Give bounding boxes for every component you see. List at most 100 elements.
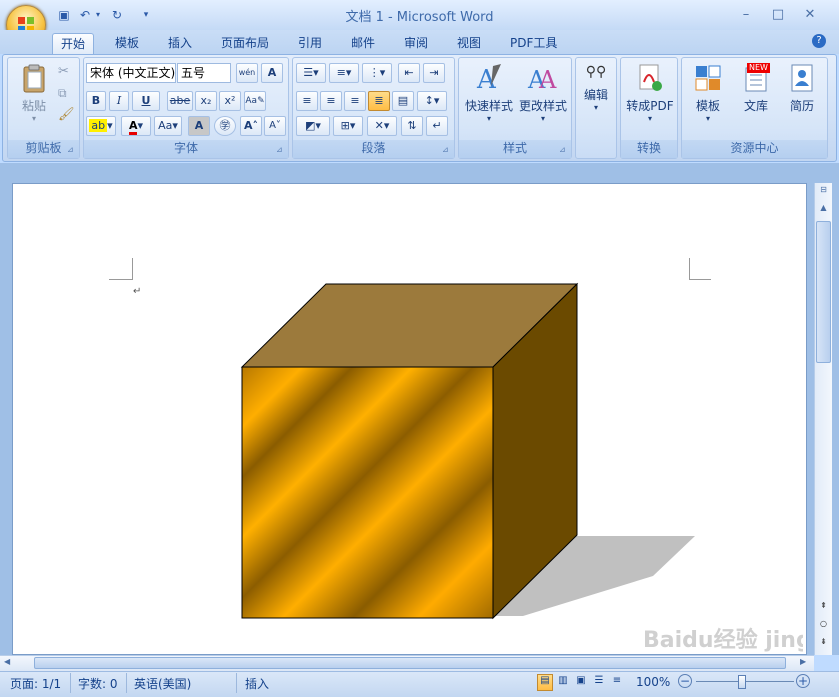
zoom-slider-thumb[interactable]: [738, 675, 746, 689]
character-shading-button[interactable]: A: [188, 116, 210, 136]
superscript-button[interactable]: x²: [219, 91, 241, 111]
zoom-out-icon[interactable]: −: [678, 674, 692, 688]
vertical-scroll-thumb[interactable]: [816, 221, 831, 363]
status-page[interactable]: 页面: 1/1: [10, 675, 61, 692]
paragraph-mark: ↵: [133, 286, 142, 297]
cube-shape[interactable]: [233, 280, 713, 622]
shading-icon[interactable]: ◩▾: [296, 116, 330, 136]
underline-button[interactable]: U: [132, 91, 160, 111]
font-size-field[interactable]: 五号: [177, 63, 231, 83]
change-styles-button[interactable]: AA 更改样式 ▾: [517, 62, 569, 123]
template-button[interactable]: 模板 ▾: [684, 62, 732, 123]
scroll-right-icon[interactable]: ▶: [800, 657, 806, 666]
print-layout-view-icon[interactable]: ▤: [537, 674, 553, 691]
chinese-layout-icon[interactable]: ✕▾: [367, 116, 397, 136]
grow-font-button[interactable]: A˄: [240, 116, 262, 136]
customize-qat-icon[interactable]: ▾: [140, 7, 152, 23]
borders-icon[interactable]: ⊞▾: [333, 116, 363, 136]
tab-insert[interactable]: 插入: [160, 33, 200, 55]
tab-review[interactable]: 审阅: [396, 33, 436, 55]
tab-page-layout[interactable]: 页面布局: [213, 33, 277, 55]
enclose-characters-icon[interactable]: ㊫: [214, 116, 236, 136]
tab-references[interactable]: 引用: [290, 33, 330, 55]
font-color-button[interactable]: A▾: [121, 116, 151, 136]
clipboard-icon: [23, 64, 45, 93]
justify-icon[interactable]: ≣: [368, 91, 390, 111]
subscript-button[interactable]: x₂: [195, 91, 217, 111]
web-layout-icon[interactable]: ▣: [573, 675, 589, 686]
align-left-icon[interactable]: ≡: [296, 91, 318, 111]
next-page-icon[interactable]: ⇟: [816, 637, 831, 646]
editing-button[interactable]: ⚲⚲ 编辑 ▾: [576, 62, 616, 112]
quick-styles-button[interactable]: A 快速样式 ▾: [463, 62, 515, 123]
font-name-field[interactable]: 宋体 (中文正文): [86, 63, 176, 83]
line-spacing-icon[interactable]: ↕▾: [417, 91, 447, 111]
increase-indent-icon[interactable]: ⇥: [423, 63, 445, 83]
undo-icon[interactable]: ↶: [76, 7, 94, 23]
copy-icon[interactable]: ⧉: [58, 86, 67, 101]
character-border-button[interactable]: A: [261, 63, 283, 83]
bold-button[interactable]: B: [86, 91, 106, 111]
tab-mailings[interactable]: 邮件: [343, 33, 383, 55]
clipboard-launcher-icon[interactable]: ⊿: [67, 145, 77, 155]
clear-formatting-icon[interactable]: Aa✎: [244, 91, 266, 111]
select-browse-object-icon[interactable]: ○: [816, 619, 831, 628]
align-right-icon[interactable]: ≡: [344, 91, 366, 111]
distributed-icon[interactable]: ▤: [392, 91, 414, 111]
close-button[interactable]: ✕: [798, 6, 822, 24]
status-language[interactable]: 英语(美国): [134, 675, 191, 692]
full-screen-reading-icon[interactable]: ▥: [555, 675, 571, 686]
strikethrough-button[interactable]: abe: [167, 91, 193, 111]
maximize-button[interactable]: □: [766, 6, 790, 24]
zoom-level[interactable]: 100%: [636, 675, 670, 689]
resources-group-label: 资源中心: [682, 140, 827, 158]
highlight-button[interactable]: ab ▾: [86, 116, 116, 136]
horizontal-scrollbar[interactable]: ◀ ▶: [0, 655, 814, 671]
editing-dropdown-icon: ▾: [593, 103, 598, 112]
ruler-toggle-icon[interactable]: ⊟: [816, 185, 831, 199]
help-icon[interactable]: ?: [812, 34, 826, 48]
status-words[interactable]: 字数: 0: [78, 675, 118, 692]
shrink-font-button[interactable]: A˅: [264, 116, 286, 136]
align-center-icon[interactable]: ≡: [320, 91, 342, 111]
multilevel-list-icon[interactable]: ⋮▾: [362, 63, 392, 83]
bullets-icon[interactable]: ☰▾: [296, 63, 326, 83]
styles-launcher-icon[interactable]: ⊿: [559, 145, 569, 155]
vertical-scrollbar[interactable]: ⊟ ▲ ⇞ ○ ⇟: [814, 183, 832, 655]
save-icon[interactable]: ▣: [55, 7, 73, 23]
decrease-indent-icon[interactable]: ⇤: [398, 63, 420, 83]
resume-button[interactable]: 简历: [778, 62, 826, 114]
cut-icon[interactable]: ✂: [58, 64, 69, 79]
paste-dropdown-icon[interactable]: ▾: [10, 114, 58, 123]
numbering-icon[interactable]: ≡▾: [329, 63, 359, 83]
margin-mark-left: [109, 258, 133, 280]
draft-view-icon[interactable]: ≡: [609, 675, 625, 686]
undo-dropdown-icon[interactable]: ▾: [93, 7, 103, 23]
minimize-button[interactable]: –: [734, 6, 758, 24]
tab-view[interactable]: 视图: [449, 33, 489, 55]
scroll-up-icon[interactable]: ▲: [816, 203, 831, 217]
convert-pdf-button[interactable]: 转成PDF ▾: [623, 62, 677, 123]
font-launcher-icon[interactable]: ⊿: [276, 145, 286, 155]
tab-home[interactable]: 开始: [52, 33, 95, 55]
status-insert-mode[interactable]: 插入: [245, 675, 269, 692]
paragraph-launcher-icon[interactable]: ⊿: [442, 145, 452, 155]
sort-icon[interactable]: ⇅: [401, 116, 423, 136]
scroll-left-icon[interactable]: ◀: [4, 657, 10, 666]
document-page[interactable]: ↵ Baidu经验 jingyan.baidu.com: [12, 183, 807, 655]
zoom-in-icon[interactable]: +: [796, 674, 810, 688]
tab-pdf-tools[interactable]: PDF工具: [502, 33, 565, 55]
horizontal-scroll-thumb[interactable]: [34, 657, 786, 669]
format-painter-icon[interactable]: 🖌: [58, 107, 75, 122]
italic-button[interactable]: I: [109, 91, 129, 111]
change-case-button[interactable]: Aa▾: [154, 116, 182, 136]
prev-page-icon[interactable]: ⇞: [816, 601, 831, 610]
phonetic-guide-button[interactable]: wén: [236, 63, 258, 83]
paste-button[interactable]: 粘贴 ▾: [10, 62, 58, 123]
redo-icon[interactable]: ↻: [108, 7, 126, 23]
show-marks-icon[interactable]: ↵: [426, 116, 448, 136]
outline-view-icon[interactable]: ☰: [591, 675, 607, 686]
quick-styles-label: 快速样式: [464, 99, 513, 113]
resources-group: 模板 ▾ 文库 NEW 简历 资源中心: [681, 57, 828, 159]
tab-template[interactable]: 模板: [107, 33, 147, 55]
